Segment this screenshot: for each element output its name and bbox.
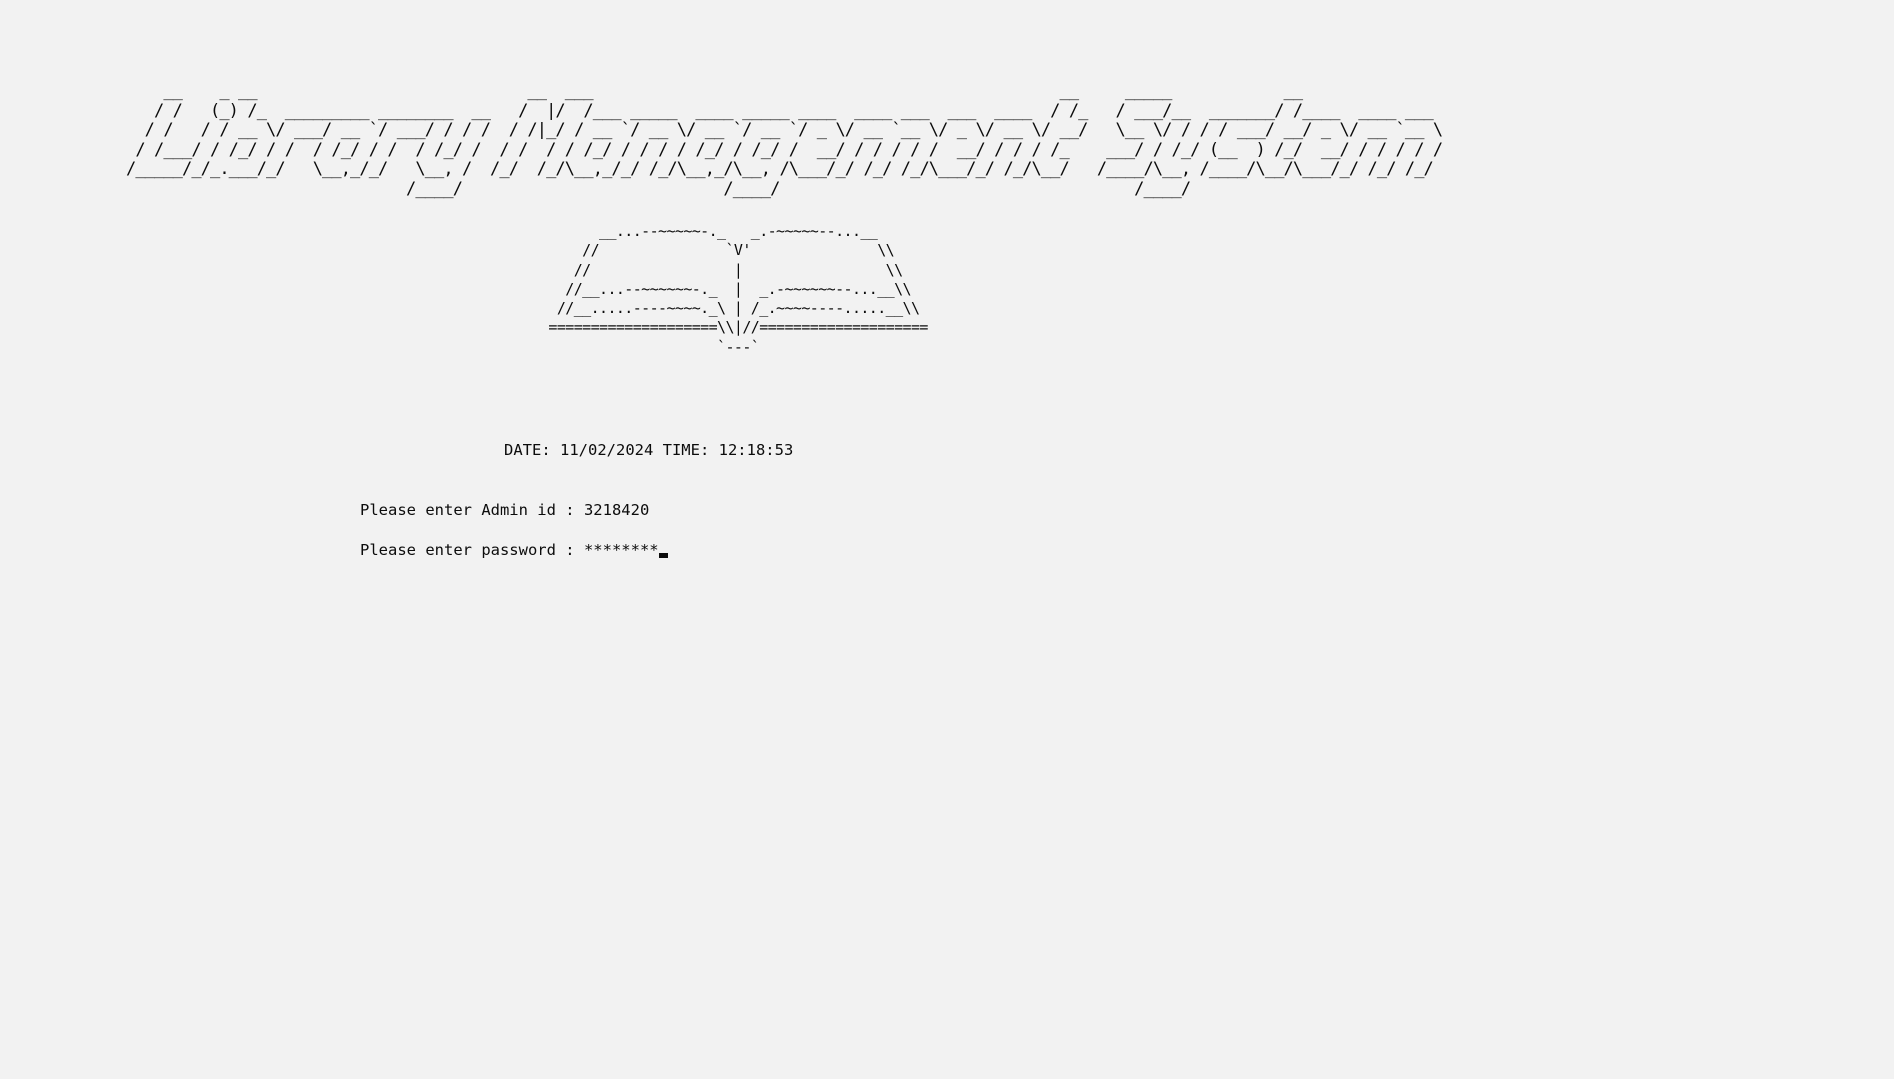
text-cursor bbox=[658, 553, 668, 558]
console-window: __ _ __ __ ___ __ _____ __ / / (_) /_ __… bbox=[0, 0, 1894, 1079]
password-line: Please enter password : ******** bbox=[360, 540, 668, 560]
password-prompt: Please enter password : bbox=[360, 541, 584, 559]
admin-id-input[interactable]: 3218420 bbox=[584, 501, 649, 519]
admin-id-prompt: Please enter Admin id : bbox=[360, 501, 584, 519]
admin-id-line: Please enter Admin id : 3218420 bbox=[360, 500, 649, 520]
library-management-system-banner: __ _ __ __ ___ __ _____ __ / / (_) /_ __… bbox=[126, 81, 1443, 199]
password-input[interactable]: ******** bbox=[584, 541, 659, 559]
open-book-art: __...--~~~~~-._ _.-~~~~~--...__ // `V' \… bbox=[548, 222, 928, 356]
date-time-line: DATE: 11/02/2024 TIME: 12:18:53 bbox=[504, 441, 794, 459]
